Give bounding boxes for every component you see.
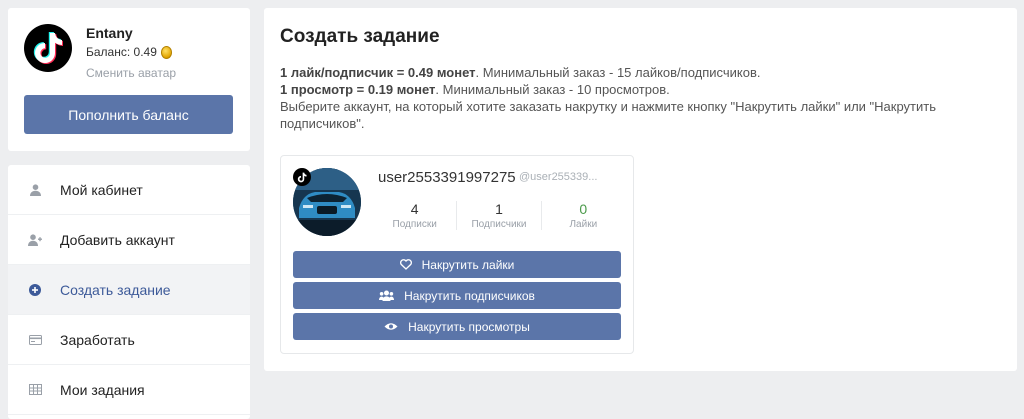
balance: Баланс: 0.49 — [86, 45, 172, 59]
boost-views-button[interactable]: Накрутить просмотры — [293, 313, 621, 340]
sidebar-item-add-account[interactable]: Добавить аккаунт — [8, 215, 250, 265]
sidebar-item-earn[interactable]: Заработать — [8, 315, 250, 365]
likes-price: 1 лайк/подписчик = 0.49 монет — [280, 65, 476, 80]
stat-label: Лайки — [569, 219, 598, 230]
coin-icon — [160, 45, 172, 59]
sidebar-item-label: Мой кабинет — [60, 181, 143, 198]
eye-icon — [384, 323, 398, 330]
stat-value: 4 — [410, 201, 419, 217]
user-icon — [28, 183, 42, 197]
sidebar-item-my-cabinet[interactable]: Мой кабинет — [8, 165, 250, 215]
sidebar-item-label: Создать задание — [60, 281, 171, 298]
add-user-icon — [28, 233, 42, 247]
change-avatar-link[interactable]: Сменить аватар — [86, 66, 176, 80]
sidebar-item-label: Добавить аккаунт — [60, 231, 175, 248]
views-price: 1 просмотр = 0.19 монет — [280, 82, 436, 97]
account-handle: @user255339... — [519, 171, 598, 183]
table-icon — [28, 383, 42, 397]
page-title: Создать задание — [280, 26, 440, 47]
button-label: Накрутить просмотры — [408, 319, 530, 334]
views-min-order: . Минимальный заказ - 10 просмотров. — [435, 82, 670, 97]
account-username: user2553391997275 — [378, 169, 516, 186]
tiktok-logo-icon — [33, 32, 63, 64]
sidebar-item-label: Заработать — [60, 331, 135, 348]
topup-balance-button[interactable]: Пополнить баланс — [24, 95, 233, 134]
plus-circle-icon — [28, 283, 42, 297]
sidebar-nav: Мой кабинет Добавить аккаунт Создать зад… — [8, 165, 250, 419]
boost-followers-button[interactable]: Накрутить подписчиков — [293, 282, 621, 309]
button-label: Накрутить лайки — [421, 257, 515, 272]
boost-likes-button[interactable]: Накрутить лайки — [293, 251, 621, 278]
card-icon — [28, 333, 42, 347]
pricing-info: 1 лайк/подписчик = 0.49 монет. Минимальн… — [280, 64, 1004, 132]
instructions: Выберите аккаунт, на который хотите зака… — [280, 99, 936, 131]
stat-label: Подписчики — [471, 219, 527, 230]
users-icon — [379, 290, 395, 301]
sidebar-item-create-task[interactable]: Создать задание — [8, 265, 250, 315]
stat-followers: 1 Подписчики — [456, 201, 540, 230]
heart-icon — [399, 259, 412, 270]
stat-value: 1 — [495, 201, 503, 217]
tiktok-avatar[interactable] — [24, 24, 72, 72]
stat-label: Подписки — [392, 219, 437, 230]
tiktok-badge-icon — [293, 168, 311, 186]
button-label: Накрутить подписчиков — [404, 288, 535, 303]
sidebar-item-label: Мои задания — [60, 381, 145, 398]
stat-following: 4 Подписки — [373, 201, 456, 230]
stat-likes: 0 Лайки — [540, 201, 625, 230]
profile-card: Entany Баланс: 0.49 Сменить аватар Попол… — [8, 8, 250, 151]
likes-min-order: . Минимальный заказ - 15 лайков/подписчи… — [475, 65, 761, 80]
account-stats: 4 Подписки 1 Подписчики 0 Лайки — [373, 201, 625, 230]
sidebar-item-my-tasks[interactable]: Мои задания — [8, 365, 250, 415]
main-panel: Создать задание 1 лайк/подписчик = 0.49 … — [264, 8, 1017, 371]
balance-label: Баланс: 0.49 — [86, 45, 157, 59]
account-card: user2553391997275 @user255339... 4 Подпи… — [280, 155, 634, 354]
stat-value: 0 — [579, 201, 588, 217]
profile-name: Entany — [86, 25, 133, 41]
